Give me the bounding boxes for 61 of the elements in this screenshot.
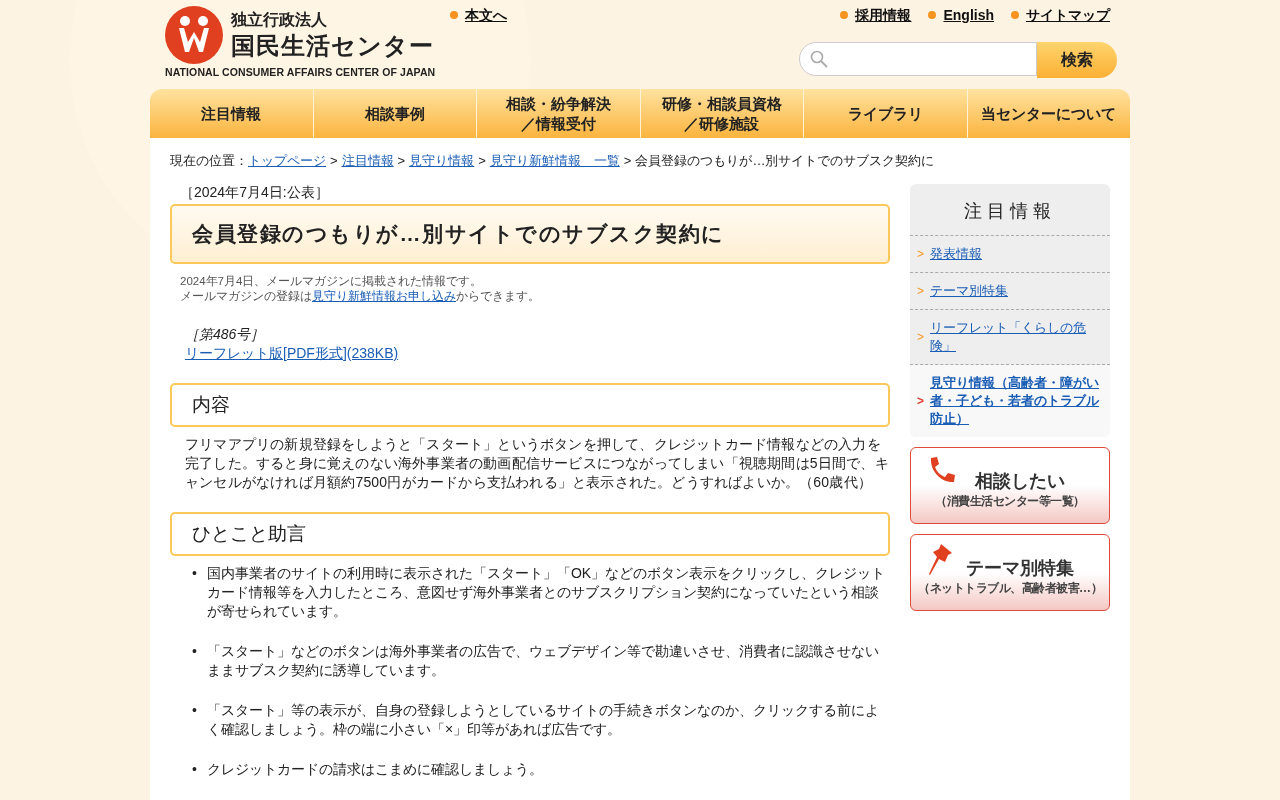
list-item: クレジットカードの請求はこまめに確認しましょう。 xyxy=(206,760,543,779)
list-item: 国内事業者のサイトの利用時に表示された「スタート」「OK」などのボタン表示をクリックし、クレジットカード情報等を入力したところ、意図せず海外事業者とのサブスクリプション契約になっていたという相談が寄せられています。 xyxy=(206,564,887,621)
breadcrumb-link[interactable]: 見守り新鮮情報 一覧 xyxy=(489,153,620,168)
issue-number: ［第486号］ xyxy=(185,326,266,344)
bullet-dot-icon xyxy=(928,11,937,19)
header-link[interactable]: サイトマップ xyxy=(1026,7,1110,23)
sidebar-link[interactable]: リーフレット「くらしの危険」 xyxy=(930,319,1100,355)
sidebar-link[interactable]: 見守り情報（高齢者・障がい者・子ども・若者のトラブル防止） xyxy=(930,374,1100,428)
nav-tab[interactable]: ライブラリ xyxy=(803,89,967,138)
nav-tab[interactable]: 相談事例 xyxy=(312,89,476,138)
nav-tab[interactable]: 当センターについて xyxy=(966,89,1130,138)
chevron-marker: > xyxy=(917,246,924,263)
section-heading: 内容 xyxy=(170,383,890,427)
pushpin-icon xyxy=(927,543,953,577)
bullet-dot-icon xyxy=(450,11,458,19)
breadcrumb-separator: > xyxy=(623,153,632,168)
logo-icon xyxy=(165,6,223,64)
sidebar-link[interactable]: テーマ別特集 xyxy=(930,282,1008,300)
note-text: メールマガジンの登録は見守り新鮮情報お申し込みからできます。 xyxy=(180,289,541,304)
skip-link[interactable]: 本文へ xyxy=(465,7,507,23)
bullet-dot-icon xyxy=(1011,11,1019,19)
section-heading: ひとこと助言 xyxy=(170,512,890,556)
breadcrumb-link[interactable]: トップページ xyxy=(248,153,326,168)
bullet-marker: • xyxy=(192,564,197,583)
breadcrumb-separator: > xyxy=(330,153,338,168)
list-item: 「スタート」等の表示が、自身の登録しようとしているサイトの手続きボタンなのか、クリックする前によく確認しましょう。枠の端に小さい「×」印等があれば広告です。 xyxy=(206,701,880,739)
organization-name: 国民生活センター xyxy=(231,30,434,61)
search-field[interactable] xyxy=(799,42,1037,76)
breadcrumb-link[interactable]: 注目情報 xyxy=(341,153,394,168)
article-title: 会員登録のつもりが…別サイトでのサブスク契約に xyxy=(170,204,890,264)
header-link[interactable]: 採用情報 xyxy=(855,7,912,23)
bullet-marker: • xyxy=(192,701,197,720)
organization-english-name: NATIONAL CONSUMER AFFAIRS CENTER OF JAPAN xyxy=(165,66,436,78)
breadcrumb-separator: > xyxy=(478,153,486,168)
organization-type: 独立行政法人 xyxy=(231,9,327,30)
body-paragraph: フリマアプリの新規登録をしようと「スタート」というボタンを押して、クレジットカード情報などの入力を完了した。すると身に覚えのない海外事業者の動画配信サービスにつながってしまい「視聴期間は5日間で、キャンセルがなければ月額約7500円がカードから支払われる」と表示された。どうすればよいか。（60歳代） xyxy=(185,435,890,492)
bullet-marker: • xyxy=(192,760,197,779)
chevron-marker: > xyxy=(917,329,924,346)
banner-link[interactable]: テーマ別特集 （ネットトラブル、高齢者被害…） xyxy=(910,534,1110,611)
note-text: 2024年7月4日、メールマガジンに掲載された情報です。 xyxy=(180,274,484,289)
sidebar-link[interactable]: 発表情報 xyxy=(930,245,982,263)
chevron-marker: > xyxy=(917,393,924,410)
list-item: 「スタート」などのボタンは海外事業者の広告で、ウェブデザイン等で勘違いさせ、消費者に認識させないままサブスク契約に誘導しています。 xyxy=(206,642,880,680)
bullet-dot-icon xyxy=(840,11,849,19)
banner-link[interactable]: 相談したい （消費生活センター等一覧） xyxy=(910,447,1110,524)
nav-tab[interactable]: 研修・相談員資格 ／研修施設 xyxy=(639,89,803,138)
sidebar-title: 注目情報 xyxy=(910,184,1110,236)
publish-date: ［2024年7月4日:公表］ xyxy=(180,184,330,202)
breadcrumb-label: 現在の位置： xyxy=(170,153,248,168)
bullet-marker: • xyxy=(192,642,197,661)
header-link[interactable]: English xyxy=(943,7,994,23)
breadcrumb-link[interactable]: 見守り情報 xyxy=(409,153,475,168)
leaflet-link[interactable]: リーフレット版[PDF形式](238KB) xyxy=(185,345,399,363)
nav-tab[interactable]: 相談・紛争解決 ／情報受付 xyxy=(476,89,640,138)
nav-tab[interactable]: 注目情報 xyxy=(150,89,313,138)
subscribe-link[interactable]: 見守り新鮮情報お申し込み xyxy=(312,290,456,302)
search-button[interactable]: 検索 xyxy=(1037,42,1117,78)
search-icon xyxy=(810,50,828,68)
breadcrumb-separator: > xyxy=(397,153,406,168)
breadcrumb-current: 会員登録のつもりが…別サイトでのサブスク契約に xyxy=(635,153,935,168)
chevron-marker: > xyxy=(917,283,924,300)
